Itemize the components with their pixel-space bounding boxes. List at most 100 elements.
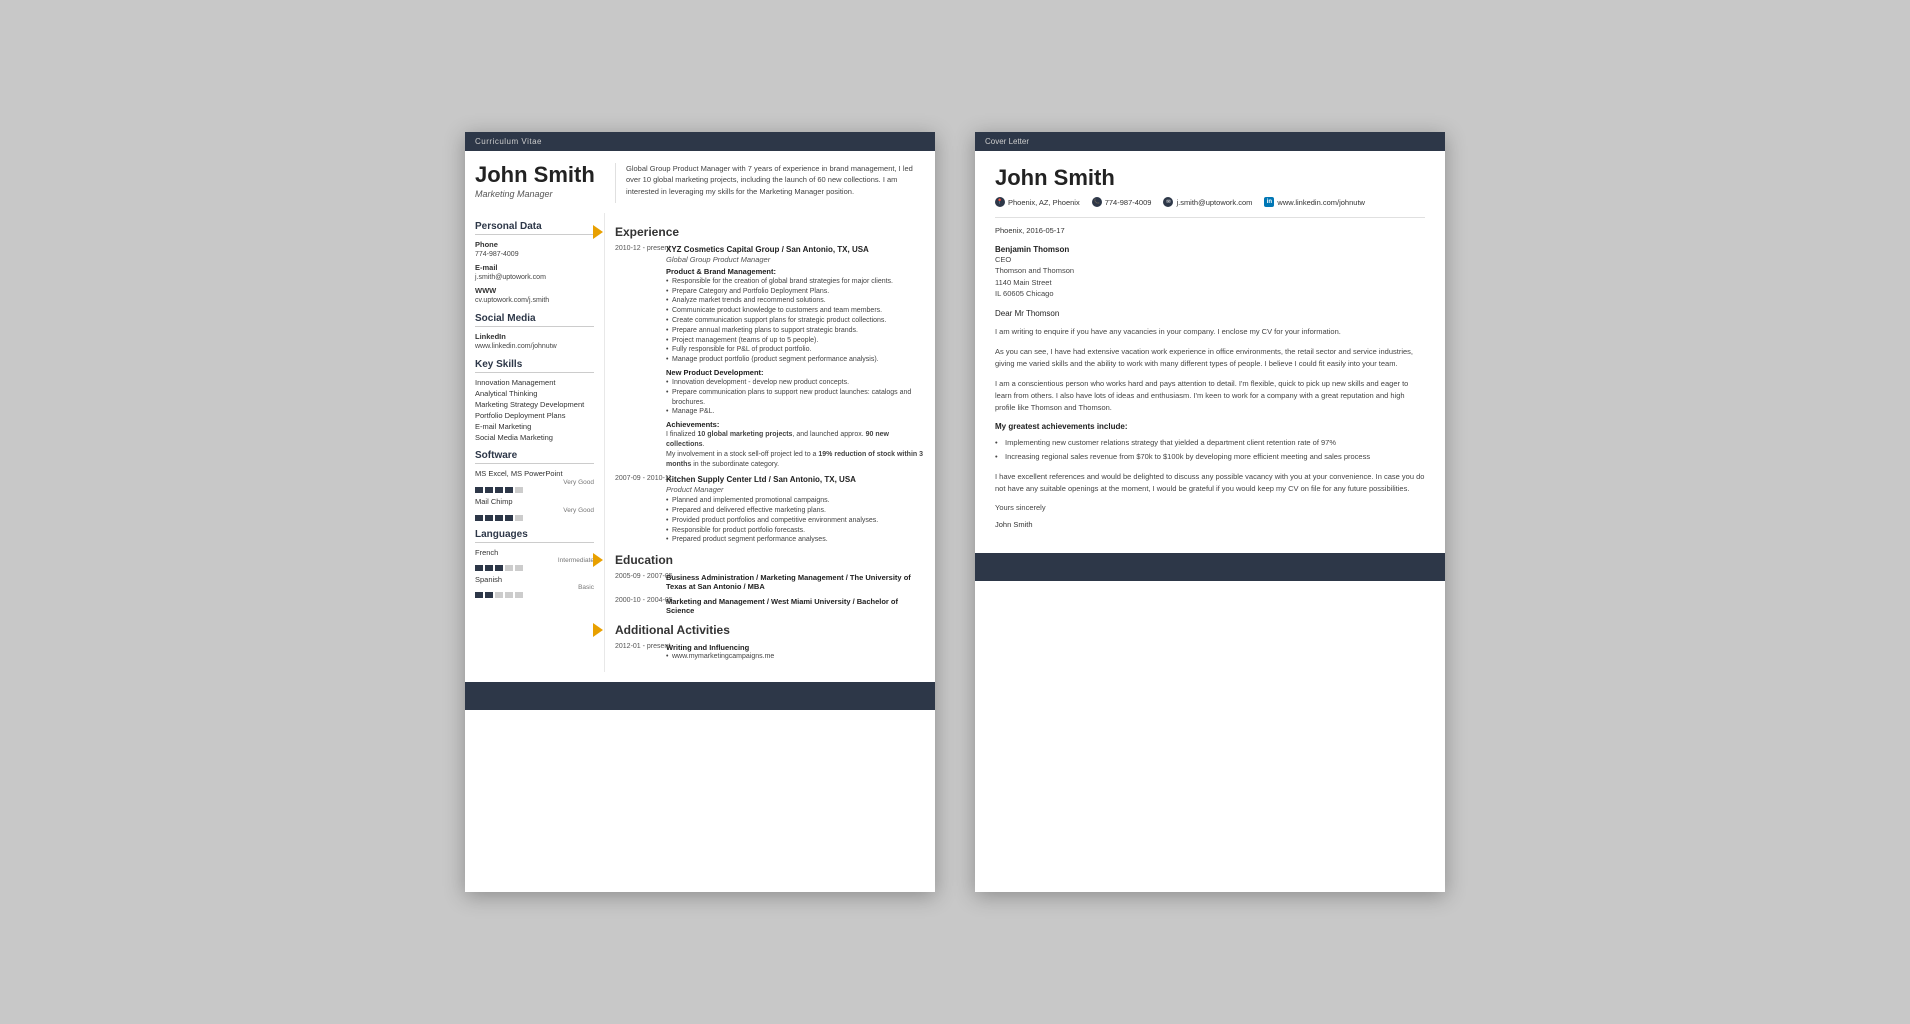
cl-paragraph-2: As you can see, I have had extensive vac… [995,346,1425,370]
skill-item: Portfolio Deployment Plans [475,411,594,420]
exp-bullet: Fully responsible for P&L of product por… [666,345,925,355]
exp-sub-heading: Product & Brand Management: [666,267,925,276]
dot [495,487,503,493]
linkedin-icon: in [1264,197,1274,207]
edu-date-col: 2005-09 - 2007-05 [615,573,660,591]
cl-phone: 📞 774-987-4009 [1092,197,1152,207]
edu-date-col: 2000-10 - 2004-05 [615,597,660,615]
edu-degree: Business Administration / Marketing Mana… [666,573,925,591]
documents-container: Curriculum Vitae John Smith Marketing Ma… [465,132,1445,892]
cv-title: Marketing Manager [475,189,607,199]
add-row: 2012-01 - present Writing and Influencin… [615,643,925,662]
exp-bullet: Manage product portfolio (product segmen… [666,355,925,365]
cv-name-section: John Smith Marketing Manager Global Grou… [465,151,935,213]
cl-salutation: Dear Mr Thomson [995,309,1425,318]
cv-name: John Smith [475,163,607,187]
cl-footer [975,553,1445,581]
cl-content: John Smith 📍 Phoenix, AZ, Phoenix 📞 774-… [975,151,1445,543]
edu-dates: 2005-09 - 2007-05 [615,573,660,580]
software-name: MS Excel, MS PowerPoint [475,469,594,478]
exp-content: Kitchen Supply Center Ltd / San Antonio,… [666,475,925,545]
exp-bullet: Prepared product segment performance ana… [666,535,925,545]
dot [495,592,503,598]
cl-email: ✉ j.smith@uptowork.com [1163,197,1252,207]
cl-closing-paragraph: I have excellent references and would be… [995,471,1425,495]
cl-linkedin-text: www.linkedin.com/johnutw [1277,198,1365,207]
exp-date-col: 2007-09 - 2010-11 [615,475,660,545]
cl-recipient: Benjamin Thomson CEO Thomson and Thomson… [995,245,1425,299]
cl-header-label: Cover Letter [985,137,1029,146]
language-name: Spanish [475,575,594,584]
phone-label: Phone [475,240,594,249]
skill-item: Marketing Strategy Development [475,400,594,409]
cl-signature: John Smith [995,520,1425,529]
language-rating-1 [475,565,594,571]
language-item-1: French Intermediate [475,548,594,571]
cl-achievements-title: My greatest achievements include: [995,422,1425,431]
exp-bullet: Analyze market trends and recommend solu… [666,296,925,306]
edu-degree: Marketing and Management / West Miami Un… [666,597,925,615]
experience-heading: Experience [615,225,925,239]
exp-bullet: Provided product portfolios and competit… [666,516,925,526]
software-item-1: MS Excel, MS PowerPoint Very Good [475,469,594,493]
dot [495,515,503,521]
dot [485,487,493,493]
cl-achievement-2: Increasing regional sales revenue from $… [995,451,1425,462]
exp-row: 2007-09 - 2010-11 Kitchen Supply Center … [615,475,925,545]
phone-icon: 📞 [1092,197,1102,207]
exp-bullet: Communicate product knowledge to custome… [666,306,925,316]
recipient-role: CEO [995,254,1425,265]
cover-letter-document: Cover Letter John Smith 📍 Phoenix, AZ, P… [975,132,1445,892]
exp-bullet: Responsible for product portfolio foreca… [666,526,925,536]
language-item-2: Spanish Basic [475,575,594,598]
dot [505,487,513,493]
exp-dates: 2010-12 - present [615,245,660,252]
exp-company: Kitchen Supply Center Ltd / San Antonio,… [666,475,925,484]
add-date-col: 2012-01 - present [615,643,660,662]
dot [515,565,523,571]
dot [515,515,523,521]
exp-achievement: I finalized 10 global marketing projects… [666,430,925,450]
cv-header-bar: Curriculum Vitae [465,132,935,151]
cl-location: 📍 Phoenix, AZ, Phoenix [995,197,1080,207]
exp-company: XYZ Cosmetics Capital Group / San Antoni… [666,245,925,254]
phone-value: 774-987-4009 [475,250,594,259]
personal-data-heading: Personal Data [475,221,594,235]
software-rating-1 [475,487,594,493]
languages-heading: Languages [475,529,594,543]
cv-left-name-panel: John Smith Marketing Manager [475,163,615,203]
dot [475,592,483,598]
edu-row: 2005-09 - 2007-05 Business Administratio… [615,573,925,591]
cl-paragraph-3: I am a conscientious person who works ha… [995,378,1425,414]
language-level: Intermediate [558,557,594,564]
www-value: cv.uptowork.com/j.smith [475,296,594,305]
exp-bullet: Prepared and delivered effective marketi… [666,506,925,516]
recipient-address: 1140 Main Street [995,277,1425,288]
software-rating-2 [475,515,594,521]
exp-date-col: 2010-12 - present [615,245,660,470]
recipient-company: Thomson and Thomson [995,265,1425,276]
cl-linkedin: in www.linkedin.com/johnutw [1264,197,1365,207]
recipient-name: Benjamin Thomson [995,245,1425,254]
cl-valediction: Yours sincerely [995,503,1425,512]
education-heading: Education [615,553,925,567]
cv-footer [465,682,935,710]
dot [505,565,513,571]
language-name: French [475,548,594,557]
cv-summary-panel: Global Group Product Manager with 7 year… [615,163,925,203]
software-item-2: Mail Chimp Very Good [475,497,594,521]
edu-row: 2000-10 - 2004-05 Marketing and Manageme… [615,597,925,615]
cl-name: John Smith [995,165,1425,191]
email-label: E-mail [475,263,594,272]
dot [475,565,483,571]
exp-bullet: Manage P&L. [666,407,925,417]
linkedin-label: LinkedIn [475,332,594,341]
exp-bullet: Project management (teams of up to 5 peo… [666,336,925,346]
edu-content: Marketing and Management / West Miami Un… [666,597,925,615]
exp-row: 2010-12 - present XYZ Cosmetics Capital … [615,245,925,470]
exp-content: XYZ Cosmetics Capital Group / San Antoni… [666,245,925,470]
add-title: Writing and Influencing [666,643,925,652]
dot [505,515,513,521]
exp-role: Global Group Product Manager [666,255,925,264]
email-value: j.smith@uptowork.com [475,273,594,282]
